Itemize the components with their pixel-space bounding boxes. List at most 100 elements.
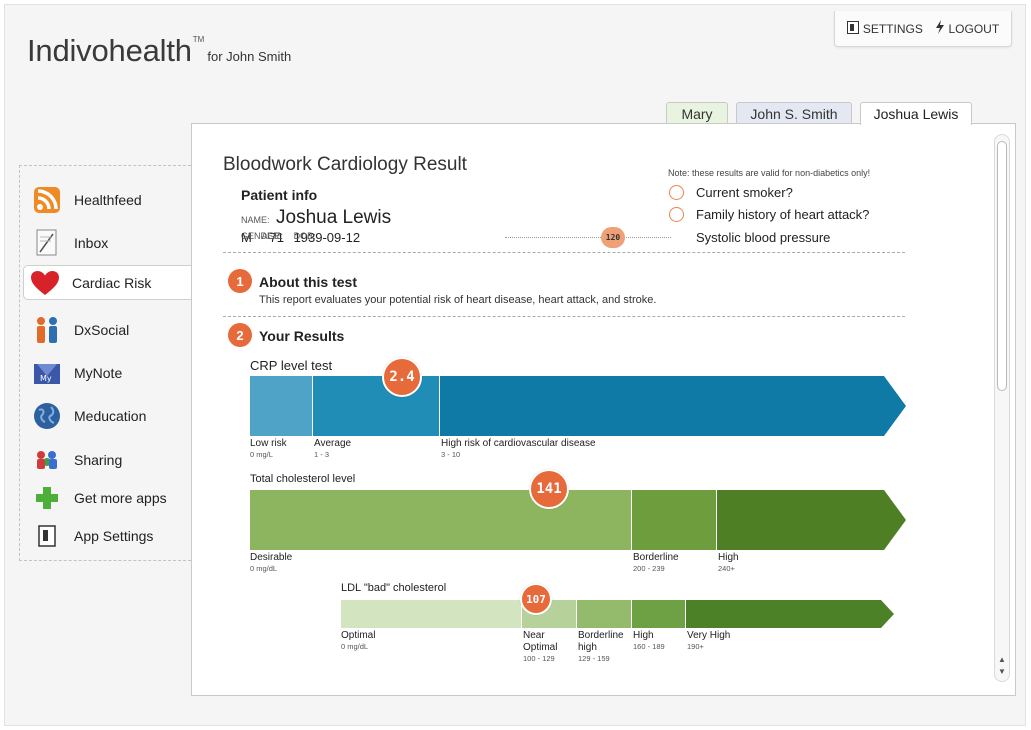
- sidebar: Healthfeed Inbox Cardiac Risk DxSocial M…: [19, 165, 193, 561]
- range-label: Very High: [687, 630, 731, 641]
- inbox-icon: [32, 228, 62, 258]
- settings-icon: [846, 20, 859, 37]
- range-value: 0 mg/dL: [250, 564, 278, 573]
- range-value: 1 - 3: [314, 450, 330, 459]
- people-icon: [32, 315, 62, 345]
- ldl-segment-very-high: [686, 600, 881, 628]
- cholesterol-range-borderline: Borderline 200 - 239: [633, 552, 679, 574]
- top-toolbar: SETTINGS LOGOUT: [834, 11, 1012, 47]
- range-value: 129 - 159: [578, 654, 610, 663]
- systolic-label: Systolic blood pressure: [696, 230, 831, 245]
- sidebar-item-label: Inbox: [74, 235, 109, 251]
- rss-icon: [32, 185, 62, 215]
- report-title: Bloodwork Cardiology Result: [223, 154, 467, 175]
- patient-info-heading: Patient info: [241, 187, 318, 203]
- range-label: High: [718, 552, 739, 563]
- brand-name: Indivohealth: [27, 33, 192, 68]
- sidebar-item-label: Healthfeed: [74, 192, 142, 208]
- sidebar-item-label: Cardiac Risk: [72, 274, 152, 291]
- sidebar-item-label: DxSocial: [74, 322, 130, 338]
- tab-joshua-lewis[interactable]: Joshua Lewis: [860, 102, 972, 125]
- sidebar-item-label: Meducation: [74, 408, 147, 424]
- ldl-segment-borderline-high: [577, 600, 631, 628]
- settings-icon: [32, 521, 62, 551]
- range-value: 100 - 129: [523, 654, 555, 663]
- section-number-1: 1: [228, 269, 252, 293]
- crp-range-low: Low risk 0 mg/L: [250, 438, 287, 460]
- family-history-radio[interactable]: [669, 207, 684, 222]
- range-value: 0 mg/L: [250, 450, 273, 459]
- scroll-up-icon[interactable]: ▲: [998, 655, 1006, 664]
- section-number-2: 2: [228, 323, 252, 347]
- globe-icon: [32, 401, 62, 431]
- sidebar-item-app-settings[interactable]: App Settings: [20, 518, 192, 554]
- logout-button[interactable]: LOGOUT: [935, 20, 1000, 37]
- cholesterol-range-desirable: Desirable 0 mg/dL: [250, 552, 292, 574]
- logout-label: LOGOUT: [948, 21, 1000, 36]
- your-results-title: Your Results: [259, 328, 345, 344]
- settings-button[interactable]: SETTINGS: [846, 20, 923, 37]
- ldl-range-borderline-high: Borderline high 129 - 159: [578, 630, 632, 664]
- sidebar-item-label: App Settings: [74, 528, 154, 544]
- systolic-slider-track[interactable]: [505, 237, 671, 238]
- vertical-scrollbar[interactable]: ▲ ▼: [994, 134, 1010, 682]
- sidebar-item-meducation[interactable]: Meducation: [20, 398, 192, 434]
- heart-icon: [30, 268, 60, 298]
- cholesterol-segment-borderline: [632, 490, 716, 550]
- cholesterol-title: Total cholesterol level: [250, 473, 356, 485]
- range-label: Average: [314, 438, 352, 449]
- range-label: High risk of cardiovascular disease: [441, 438, 596, 449]
- plus-icon: [32, 483, 62, 513]
- current-smoker-radio[interactable]: [669, 185, 684, 200]
- sidebar-item-dxsocial[interactable]: DxSocial: [20, 312, 192, 348]
- main-panel: Bloodwork Cardiology Result Patient info…: [191, 123, 1016, 696]
- option-label: Current smoker?: [696, 185, 793, 200]
- crp-value-marker[interactable]: 2.4: [382, 357, 422, 397]
- sidebar-item-get-more-apps[interactable]: Get more apps: [20, 480, 192, 516]
- cholesterol-value-marker[interactable]: 141: [529, 469, 569, 509]
- diabetic-note: Note: these results are valid for non-di…: [668, 168, 871, 178]
- about-test-title: About this test: [259, 274, 357, 290]
- ldl-range-high: High 160 - 189: [633, 630, 665, 652]
- systolic-slider-handle[interactable]: 120: [601, 227, 625, 248]
- range-value: 190+: [687, 642, 704, 651]
- ldl-range-very-high: Very High 190+: [687, 630, 730, 652]
- scrollbar-thumb[interactable]: [997, 141, 1007, 391]
- option-label: Family history of heart attack?: [696, 207, 870, 222]
- ldl-arrow: [881, 600, 894, 628]
- scroll-down-icon[interactable]: ▼: [998, 667, 1006, 676]
- tab-mary[interactable]: Mary: [666, 102, 728, 124]
- tab-john-s-smith[interactable]: John S. Smith: [736, 102, 852, 124]
- sidebar-item-sharing[interactable]: Sharing: [20, 442, 192, 478]
- range-value: 240+: [718, 564, 735, 573]
- ldl-title: LDL "bad" cholesterol: [341, 582, 447, 594]
- sidebar-item-inbox[interactable]: Inbox: [20, 225, 192, 261]
- sidebar-item-label: Get more apps: [74, 490, 167, 506]
- ldl-value-marker[interactable]: 107: [520, 583, 552, 615]
- patient-name: Joshua Lewis: [276, 207, 392, 228]
- brand-trademark: TM: [192, 35, 205, 44]
- sidebar-item-label: MyNote: [74, 365, 123, 381]
- sidebar-item-cardiac-risk[interactable]: Cardiac Risk: [23, 265, 193, 300]
- report-content: Bloodwork Cardiology Result Patient info…: [192, 124, 989, 695]
- cholesterol-arrow: [884, 490, 906, 550]
- range-label: Desirable: [250, 552, 293, 563]
- settings-label: SETTINGS: [862, 21, 923, 36]
- current-user-label: for John Smith: [207, 49, 292, 64]
- cholesterol-segment-high: [717, 490, 884, 550]
- range-value: 160 - 189: [633, 642, 665, 651]
- sharing-icon: [32, 445, 62, 475]
- range-value: 0 mg/dL: [341, 642, 369, 651]
- ldl-range-near-optimal: Near Optimal 100 - 129: [523, 630, 575, 664]
- divider: [223, 252, 905, 253]
- current-smoker-option[interactable]: Current smoker?: [669, 185, 793, 200]
- cholesterol-segment-desirable: [250, 490, 631, 550]
- crp-segment-low: [250, 376, 312, 436]
- family-history-option[interactable]: Family history of heart attack?: [669, 207, 869, 222]
- sidebar-item-mynote[interactable]: My MyNote: [20, 355, 192, 391]
- name-label: NAME:: [241, 215, 270, 225]
- range-label: Near Optimal: [523, 630, 558, 653]
- patient-meta: GENDER: M AGE: 71 DOB: 1939-09-12: [241, 230, 366, 245]
- crp-segment-high: [440, 376, 884, 436]
- sidebar-item-healthfeed[interactable]: Healthfeed: [20, 182, 192, 218]
